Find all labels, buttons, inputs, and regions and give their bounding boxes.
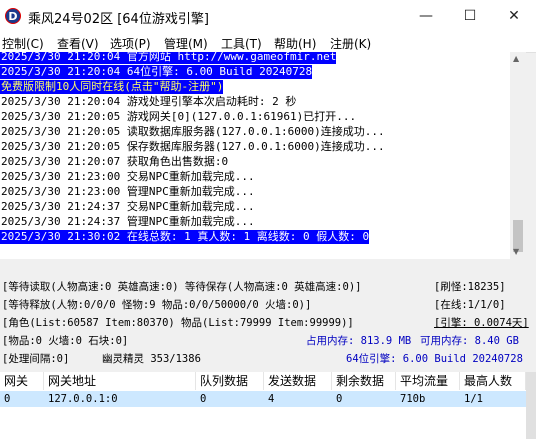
window-title: 乘风24号02区 [64位游戏引擎]	[28, 12, 209, 27]
title-bar: D 乘风24号02区 [64位游戏引擎] — ☐ ✕	[0, 0, 536, 32]
status-interval: [处理间隔:0]	[2, 353, 70, 365]
col-header-max-users[interactable]: 最高人数	[460, 372, 526, 390]
cell-max-users: 1/1	[464, 393, 483, 405]
minimize-button[interactable]: —	[404, 0, 448, 32]
menu-control[interactable]: 控制(C)	[2, 35, 44, 52]
log-line[interactable]: 2025/3/30 21:20:04 64位引擎: 6.00 Build 202…	[0, 65, 313, 79]
log-line[interactable]: 2025/3/30 21:30:02 在线总数: 1 真人数: 1 离线数: 0…	[0, 230, 370, 244]
close-button[interactable]: ✕	[492, 0, 536, 32]
log-panel[interactable]: 2025/3/30 21:20:04 官方网站 http://www.gameo…	[0, 52, 510, 259]
log-line[interactable]: 2025/3/30 21:20:05 保存数据库服务器(127.0.0.1:60…	[0, 140, 385, 154]
log-line[interactable]: 2025/3/30 21:20:04 游戏处理引擎本次启动耗时: 2 秒	[0, 95, 296, 109]
status-items: [物品:0 火墙:0 石块:0]	[2, 335, 129, 347]
menu-help[interactable]: 帮助(H)	[274, 35, 316, 52]
log-line[interactable]: 2025/3/30 21:23:00 管理NPC重新加载完成...	[0, 185, 255, 199]
log-line[interactable]: 2025/3/30 21:24:37 交易NPC重新加载完成...	[0, 200, 255, 214]
status-engine[interactable]: [引擎: 0.0074天]	[434, 315, 529, 331]
cell-queue: 0	[200, 393, 207, 405]
log-line[interactable]: 2025/3/30 21:20:05 读取数据库服务器(127.0.0.1:60…	[0, 125, 385, 139]
status-engine-version: 64位引擎: 6.00 Build 20240728	[346, 353, 523, 365]
cell-remaining: 0	[336, 393, 343, 405]
status-refresh: [刷怪:18235]	[434, 281, 506, 293]
log-line[interactable]: 2025/3/30 21:24:37 管理NPC重新加载完成...	[0, 215, 255, 229]
log-line[interactable]: 2025/3/30 21:20:04 官方网站 http://www.gameo…	[0, 52, 337, 64]
menu-register[interactable]: 注册(K)	[330, 35, 371, 52]
cell-gateway: 0	[4, 393, 11, 405]
col-header-sent[interactable]: 发送数据	[264, 372, 332, 390]
maximize-button[interactable]: ☐	[448, 0, 492, 32]
gateway-table: 网关 网关地址 队列数据 发送数据 剩余数据 平均流量 最高人数 0 127.0…	[0, 372, 526, 439]
app-icon: D	[5, 8, 21, 24]
menu-view[interactable]: 查看(V)	[57, 35, 99, 52]
status-online: [在线:1/1/0]	[434, 299, 506, 311]
scroll-up-icon[interactable]: ▲	[513, 54, 519, 63]
col-header-address[interactable]: 网关地址	[44, 372, 196, 390]
log-line[interactable]: 2025/3/30 21:20:07 获取角色出售数据:0	[0, 155, 228, 169]
cell-sent: 4	[268, 393, 275, 405]
log-line[interactable]: 2025/3/30 21:23:00 交易NPC重新加载完成...	[0, 170, 255, 184]
scroll-down-icon[interactable]: ▼	[513, 247, 519, 256]
menu-options[interactable]: 选项(P)	[110, 35, 151, 52]
status-sprite: 幽灵精灵 353/1386	[102, 353, 201, 365]
col-header-avg-traffic[interactable]: 平均流量	[396, 372, 460, 390]
log-line[interactable]: 2025/3/30 21:20:05 游戏网关[0](127.0.0.1:619…	[0, 110, 356, 124]
status-mem-used: 占用内存: 813.9 MB	[306, 335, 412, 347]
status-mem-avail: 可用内存: 8.40 GB	[420, 335, 519, 347]
table-scrollbar[interactable]	[526, 372, 536, 439]
status-release-wait: [等待释放(人物:0/0/0 怪物:9 物品:0/0/50000/0 火墙:0)…	[2, 299, 312, 311]
cell-address: 127.0.0.1:0	[48, 393, 118, 405]
status-read-wait: [等待读取(人物高速:0 英雄高速:0) 等待保存(人物高速:0 英雄高速:0)…	[2, 281, 362, 293]
log-line[interactable]: 免费版限制10人同时在线(点击"帮助-注册")	[0, 80, 224, 94]
col-header-gateway[interactable]: 网关	[0, 372, 44, 390]
menu-bar: 控制(C) 查看(V) 选项(P) 管理(M) 工具(T) 帮助(H) 注册(K…	[0, 32, 536, 53]
menu-tools[interactable]: 工具(T)	[221, 35, 262, 52]
log-scrollbar[interactable]: ▲ ▼	[510, 52, 526, 259]
col-header-queue[interactable]: 队列数据	[196, 372, 264, 390]
menu-manage[interactable]: 管理(M)	[164, 35, 208, 52]
col-header-remaining[interactable]: 剩余数据	[332, 372, 396, 390]
status-role: [角色(List:60587 Item:80370) 物品(List:79999…	[2, 317, 354, 329]
cell-avg-traffic: 710b	[400, 393, 426, 405]
